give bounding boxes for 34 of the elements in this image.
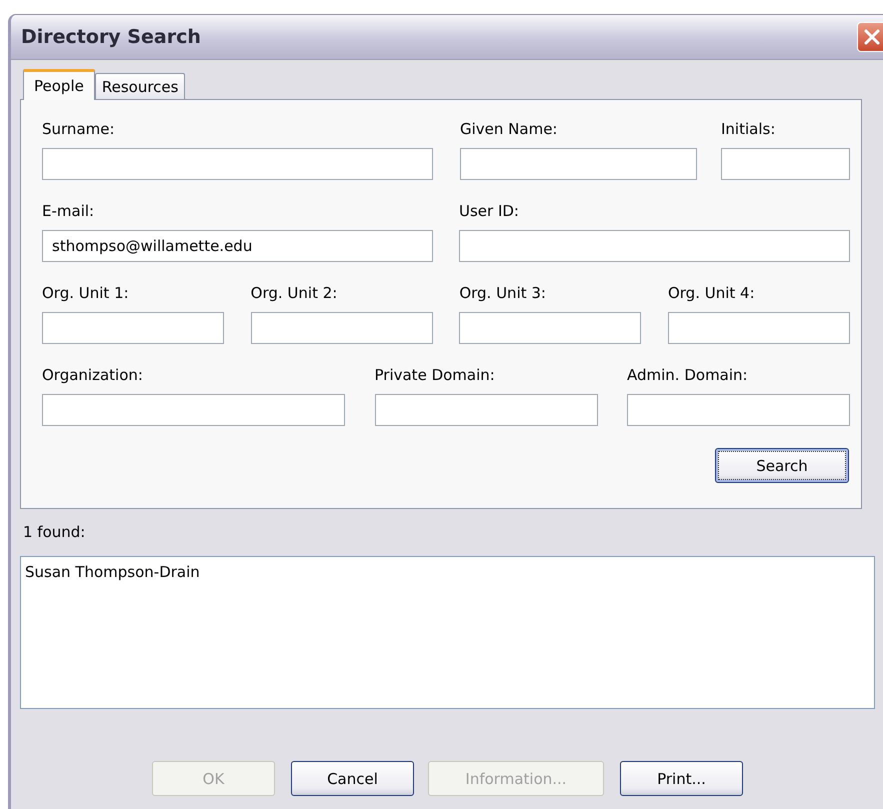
field-label: E-mail: [42, 202, 96, 222]
field-label: Surname: [42, 120, 116, 140]
field-label: Given Name: [460, 120, 558, 140]
tab[interactable]: Resources [94, 73, 186, 99]
input-field[interactable] [721, 148, 850, 180]
result-count: 1 found: [23, 523, 86, 543]
input-field[interactable] [374, 394, 598, 426]
field-label: Admin. Domain: [627, 366, 749, 386]
input-field[interactable] [42, 148, 433, 180]
dialog-button[interactable]: Cancel [291, 761, 414, 796]
field-label: Org. Unit 1: [42, 284, 130, 304]
field-label: Org. Unit 2: [250, 284, 338, 304]
input-field[interactable] [668, 312, 850, 344]
field-label: Private Domain: [374, 366, 496, 386]
input-field[interactable] [460, 148, 697, 180]
input-field[interactable] [459, 312, 642, 344]
input-field[interactable]: sthompso@willamette.edu [42, 230, 433, 262]
dialog-button[interactable]: Print... [620, 761, 743, 796]
input-field[interactable] [250, 312, 433, 344]
window-title: Directory Search [21, 26, 201, 48]
input-field[interactable] [42, 394, 345, 426]
close-icon [863, 28, 881, 46]
field-label: User ID: [459, 202, 520, 222]
result-item[interactable]: Susan Thompson-Drain [25, 563, 870, 581]
field-label: Org. Unit 3: [459, 284, 547, 304]
field-label: Initials: [721, 120, 776, 140]
field-label: Org. Unit 4: [668, 284, 756, 304]
close-button[interactable] [857, 22, 883, 52]
input-field[interactable] [627, 394, 850, 426]
input-field[interactable] [459, 230, 850, 262]
field-label: Organization: [42, 366, 144, 386]
tab[interactable]: People [23, 69, 95, 100]
input-field[interactable] [42, 312, 224, 344]
search-button[interactable]: Search [715, 448, 849, 483]
